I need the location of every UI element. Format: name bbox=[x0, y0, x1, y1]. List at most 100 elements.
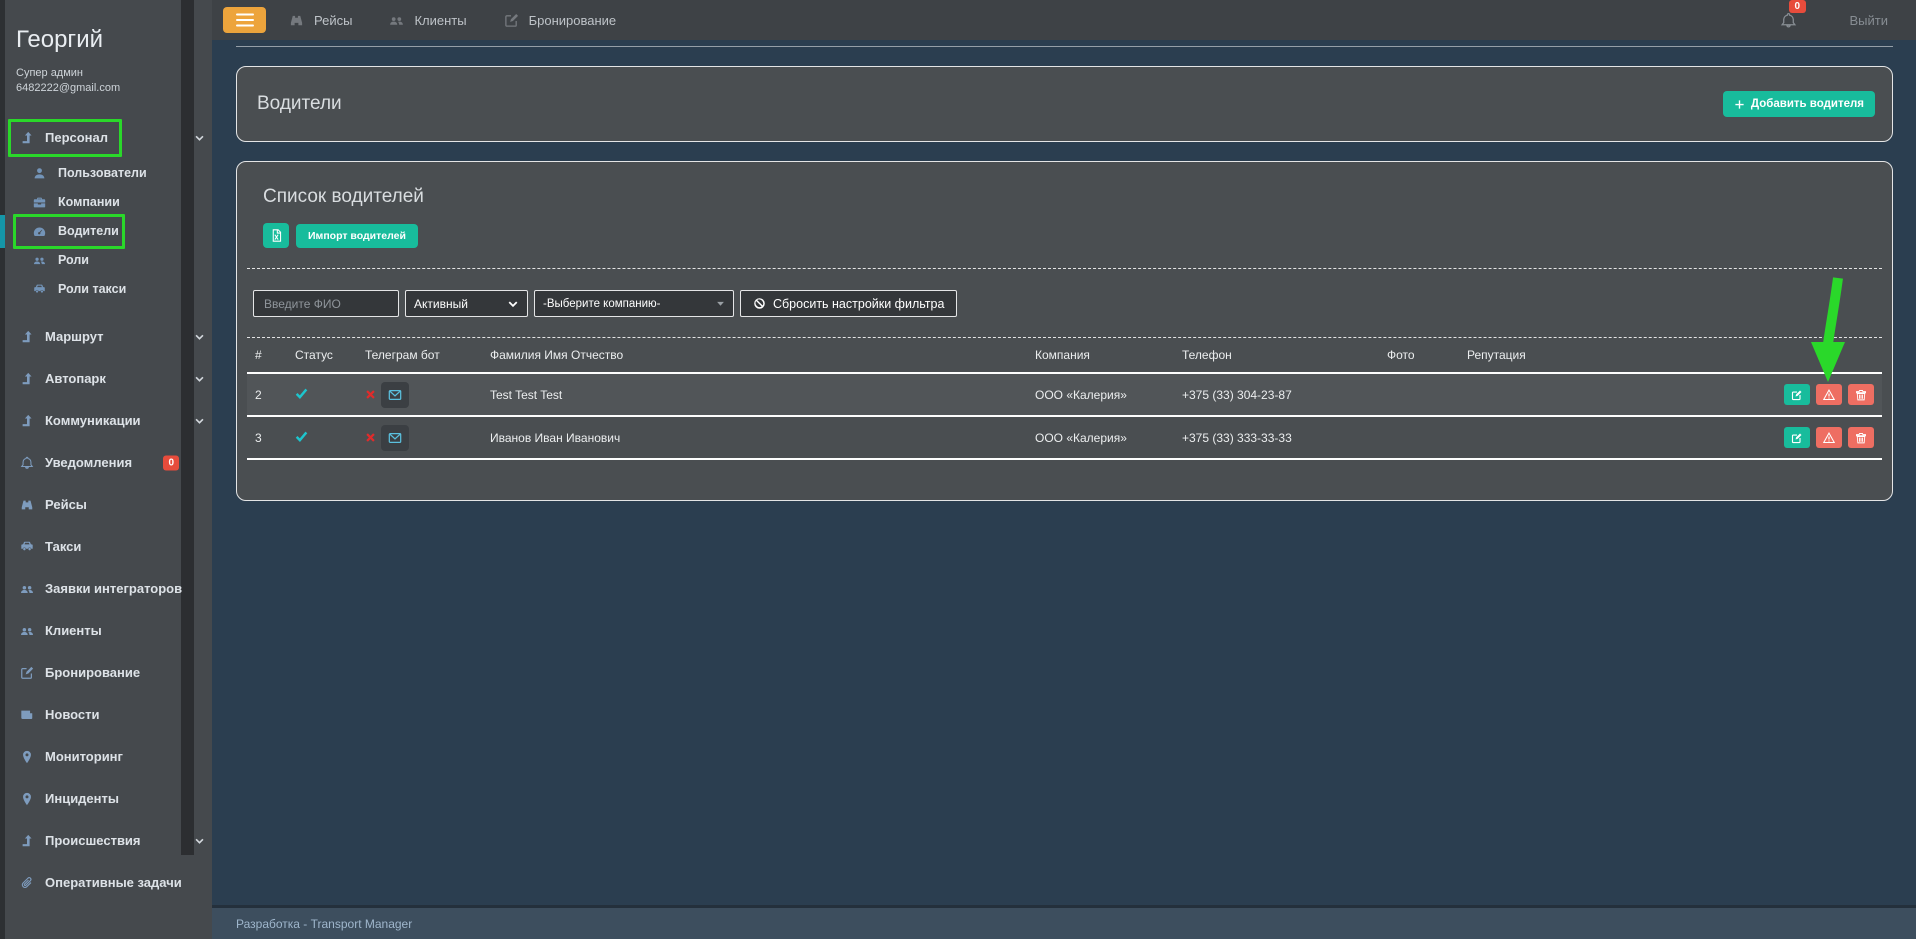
import-row: Импорт водителей bbox=[263, 223, 1866, 248]
column-header: Фото bbox=[1379, 338, 1459, 373]
bell-icon bbox=[1780, 12, 1797, 29]
sidebar-item-notifications[interactable]: Уведомления 0 bbox=[0, 442, 212, 484]
sidebar-item-label: Клиенты bbox=[45, 623, 102, 638]
file-excel-icon bbox=[270, 229, 283, 242]
sidebar-item-trips[interactable]: Рейсы bbox=[0, 484, 212, 526]
column-header: Телефон bbox=[1174, 338, 1379, 373]
users-icon bbox=[18, 582, 35, 596]
sidebar-item-label: Автопарк bbox=[45, 371, 106, 386]
import-drivers-button[interactable]: Импорт водителей bbox=[296, 224, 418, 248]
driver-row: 2Test Test TestООО «Калерия»+375 (33) 30… bbox=[247, 373, 1882, 416]
sidebar-item-label: Уведомления bbox=[45, 455, 132, 470]
driver-fio: Test Test Test bbox=[482, 373, 1027, 416]
chevron-down-icon bbox=[194, 331, 205, 342]
level-up-icon bbox=[18, 834, 35, 848]
sidebar-item-drivers[interactable]: Водители bbox=[0, 217, 212, 246]
sidebar-badge: 0 bbox=[163, 455, 179, 470]
chevron-down-icon bbox=[194, 373, 205, 384]
export-excel-button[interactable] bbox=[263, 223, 289, 248]
sidebar-item-integrator-requests[interactable]: Заявки интеграторов bbox=[0, 568, 212, 610]
sidebar-item-label: Персонал bbox=[45, 130, 108, 145]
topmenu-item-label: Клиенты bbox=[414, 13, 466, 28]
sidebar-item-roles[interactable]: Роли bbox=[0, 246, 212, 275]
sidebar-item-label: Водители bbox=[58, 224, 119, 238]
topmenu-item-trips[interactable]: Рейсы bbox=[288, 13, 352, 28]
sidebar-item-label: Рейсы bbox=[45, 497, 87, 512]
company-select[interactable]: -Выберите компанию- bbox=[534, 290, 734, 317]
logout-button[interactable]: Выйти bbox=[1827, 13, 1889, 28]
driver-photo bbox=[1379, 373, 1459, 416]
sidebar-item-clients[interactable]: Клиенты bbox=[0, 610, 212, 652]
status-active-check-icon bbox=[295, 387, 308, 400]
delete-driver-button[interactable] bbox=[1848, 384, 1874, 405]
column-header: Компания bbox=[1027, 338, 1174, 373]
driver-fio: Иванов Иван Иванович bbox=[482, 416, 1027, 459]
car-icon bbox=[18, 540, 35, 554]
sidebar-item-accidents[interactable]: Происшествия bbox=[0, 820, 212, 862]
delete-driver-button[interactable] bbox=[1848, 427, 1874, 448]
sidebar-item-communications[interactable]: Коммуникации bbox=[0, 400, 212, 442]
edit-driver-button[interactable] bbox=[1784, 427, 1810, 448]
notifications-bell[interactable]: 0 bbox=[1780, 12, 1797, 29]
sidebar-item-taxi[interactable]: Такси bbox=[0, 526, 212, 568]
users-icon bbox=[31, 253, 48, 267]
sidebar-item-news[interactable]: Новости bbox=[0, 694, 212, 736]
sidebar-item-incidents[interactable]: Инциденты bbox=[0, 778, 212, 820]
add-driver-button[interactable]: Добавить водителя bbox=[1723, 91, 1875, 117]
sidebar-item-companies[interactable]: Компании bbox=[0, 188, 212, 217]
send-telegram-message-button[interactable] bbox=[381, 382, 409, 408]
driver-actions bbox=[1564, 416, 1882, 459]
sidebar-item-fleet[interactable]: Автопарк bbox=[0, 358, 212, 400]
newspaper-icon bbox=[18, 708, 35, 722]
sidebar-item-users[interactable]: Пользователи bbox=[0, 159, 212, 188]
sidebar-item-label: Роли bbox=[58, 253, 89, 267]
sidebar-nav: Персонал Пользователи Компании Водители Роли… bbox=[0, 117, 212, 904]
content-divider bbox=[236, 46, 1893, 47]
user-block: Георгий Супер админ 6482222@gmail.com bbox=[0, 0, 212, 103]
bell-icon bbox=[18, 456, 35, 470]
sidebar-item-taxi-roles[interactable]: Роли такси bbox=[0, 275, 212, 304]
send-telegram-message-button[interactable] bbox=[381, 425, 409, 451]
map-marker-icon bbox=[18, 792, 35, 806]
filter-row: Активный -Выберите компанию- Сбросить на… bbox=[253, 290, 1866, 317]
status-select-value: Активный bbox=[414, 297, 468, 311]
main-panel: Водители Добавить водителя Список водите… bbox=[212, 40, 1916, 905]
topmenu-item-clients[interactable]: Клиенты bbox=[388, 13, 466, 28]
column-header: Телеграм бот bbox=[357, 338, 482, 373]
driver-warning-button[interactable] bbox=[1816, 427, 1842, 448]
status-select[interactable]: Активный bbox=[405, 290, 528, 317]
dashed-divider bbox=[247, 268, 1882, 269]
notifications-count-badge: 0 bbox=[1789, 0, 1807, 13]
tachometer-icon bbox=[31, 224, 48, 238]
sidebar-item-label: Коммуникации bbox=[45, 413, 141, 428]
driver-warning-button[interactable] bbox=[1816, 384, 1842, 405]
footer-text: Разработка - Transport Manager bbox=[236, 917, 412, 931]
topbar-right: 0 Выйти bbox=[1780, 12, 1889, 29]
sidebar-item-monitoring[interactable]: Мониторинг bbox=[0, 736, 212, 778]
driver-actions bbox=[1564, 373, 1882, 416]
reset-filters-button[interactable]: Сбросить настройки фильтра bbox=[740, 290, 957, 317]
driver-number: 3 bbox=[247, 416, 287, 459]
active-item-indicator bbox=[0, 215, 5, 248]
sidebar-item-label: Заявки интеграторов bbox=[45, 581, 182, 596]
level-up-icon bbox=[18, 372, 35, 386]
status-active-check-icon bbox=[295, 430, 308, 443]
sidebar-item-booking[interactable]: Бронирование bbox=[0, 652, 212, 694]
sidebar-item-label: Пользователи bbox=[58, 166, 147, 180]
users-icon bbox=[18, 624, 35, 638]
chevron-down-icon bbox=[716, 299, 725, 308]
sidebar-item-operational-tasks[interactable]: Оперативные задачи bbox=[0, 862, 212, 904]
menu-toggle-button[interactable] bbox=[223, 7, 266, 33]
level-up-icon bbox=[18, 131, 35, 145]
chevron-down-icon bbox=[194, 415, 205, 426]
sidebar-item-personal[interactable]: Персонал bbox=[0, 117, 212, 159]
table-header-row: #СтатусТелеграм ботФамилия Имя ОтчествоК… bbox=[247, 338, 1882, 373]
topmenu-item-booking[interactable]: Бронирование bbox=[503, 13, 617, 28]
sidebar-item-route[interactable]: Маршрут bbox=[0, 316, 212, 358]
topmenu-item-label: Рейсы bbox=[314, 13, 352, 28]
driver-phone: +375 (33) 333-33-33 bbox=[1174, 416, 1379, 459]
driver-reputation bbox=[1459, 416, 1564, 459]
edit-driver-button[interactable] bbox=[1784, 384, 1810, 405]
reset-filters-label: Сбросить настройки фильтра bbox=[773, 297, 944, 311]
fio-filter-input[interactable] bbox=[262, 296, 390, 312]
